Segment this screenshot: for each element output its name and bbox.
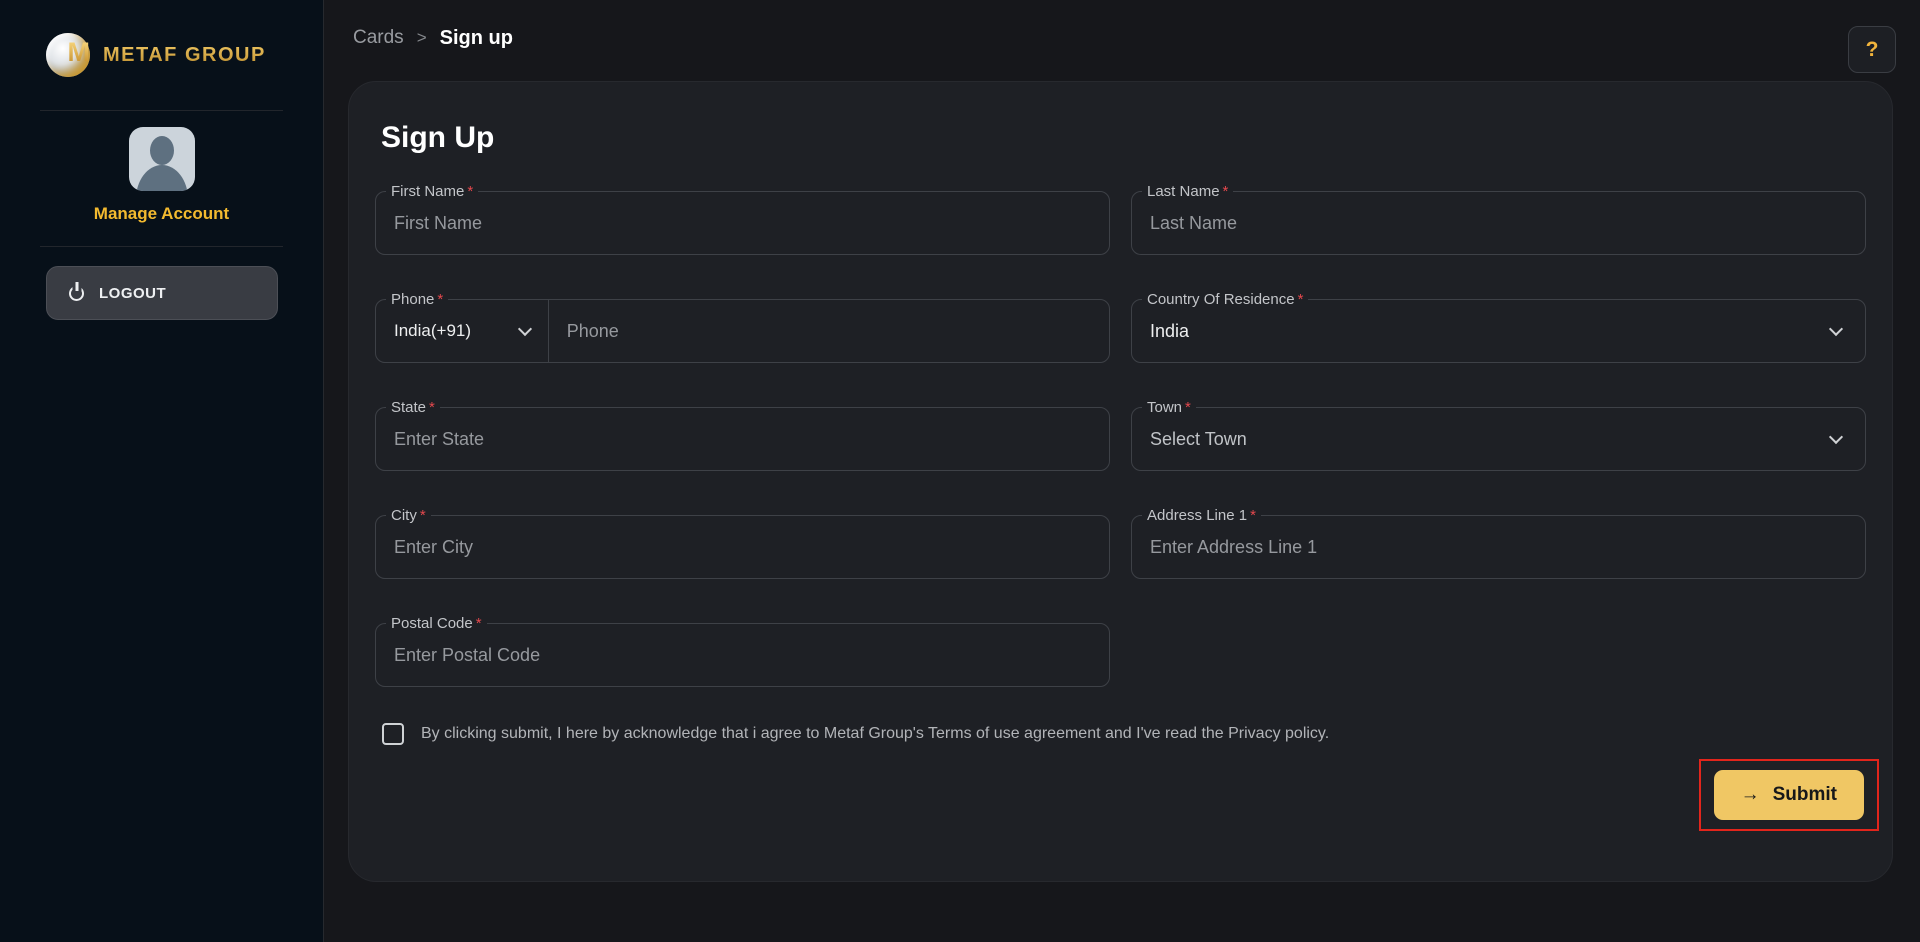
terms-text: By clicking submit, I here by acknowledg… xyxy=(421,725,1329,743)
required-marker: * xyxy=(467,183,473,200)
country-of-residence-label: Country Of Residence* xyxy=(1142,290,1308,310)
submit-highlight-box: → Submit xyxy=(1699,759,1879,831)
phone-label: Phone* xyxy=(386,290,448,310)
city-field: City* xyxy=(375,515,1110,579)
country-of-residence-field[interactable]: Country Of Residence* India xyxy=(1131,299,1866,363)
breadcrumb-sign-up: Sign up xyxy=(440,26,513,50)
required-marker: * xyxy=(1298,291,1304,308)
required-marker: * xyxy=(476,615,482,632)
terms-row: By clicking submit, I here by acknowledg… xyxy=(382,723,1866,745)
breadcrumb: Cards > Sign up xyxy=(324,0,1920,50)
postal-code-field: Postal Code* xyxy=(375,623,1110,687)
form-grid: First Name* Last Name* Phone* India(+91) xyxy=(375,191,1866,687)
first-name-field: First Name* xyxy=(375,191,1110,255)
town-label: Town* xyxy=(1142,398,1196,418)
chevron-down-icon xyxy=(518,321,532,335)
chevron-down-icon xyxy=(1829,429,1843,443)
required-marker: * xyxy=(429,399,435,416)
address-line-1-field: Address Line 1* xyxy=(1131,515,1866,579)
user-avatar-icon[interactable] xyxy=(129,127,195,191)
required-marker: * xyxy=(1250,507,1256,524)
empty-cell xyxy=(1131,623,1866,687)
country-of-residence-value: India xyxy=(1132,321,1819,342)
submit-row: → Submit xyxy=(375,759,1879,831)
last-name-label: Last Name* xyxy=(1142,182,1233,202)
power-icon xyxy=(69,286,84,301)
help-button[interactable]: ? xyxy=(1848,26,1896,73)
state-field: State* xyxy=(375,407,1110,471)
page-title: Sign Up xyxy=(381,121,1866,155)
required-marker: * xyxy=(437,291,443,308)
town-field[interactable]: Town* Select Town xyxy=(1131,407,1866,471)
postal-code-label: Postal Code* xyxy=(386,614,487,634)
last-name-field: Last Name* xyxy=(1131,191,1866,255)
required-marker: * xyxy=(1223,183,1229,200)
city-label: City* xyxy=(386,506,431,526)
logout-button[interactable]: LOGOUT xyxy=(46,266,278,320)
first-name-label: First Name* xyxy=(386,182,478,202)
manage-account-link[interactable]: Manage Account xyxy=(94,204,229,224)
state-label: State* xyxy=(386,398,440,418)
first-name-input[interactable] xyxy=(376,192,1109,254)
sidebar: M METAF GROUP Manage Account LOGOUT xyxy=(0,0,324,942)
metaf-logo-icon: M xyxy=(46,33,90,77)
phone-field: Phone* India(+91) xyxy=(375,299,1110,363)
submit-button[interactable]: → Submit xyxy=(1714,770,1864,820)
breadcrumb-cards[interactable]: Cards xyxy=(353,26,404,50)
breadcrumb-separator: > xyxy=(417,26,427,50)
terms-checkbox[interactable] xyxy=(382,723,404,745)
logout-label: LOGOUT xyxy=(99,285,166,302)
brand-name: METAF GROUP xyxy=(103,44,266,67)
logo-letter: M xyxy=(68,39,91,66)
main-content: Cards > Sign up ? Sign Up First Name* La… xyxy=(324,0,1920,942)
sign-up-card: Sign Up First Name* Last Name* Phone* xyxy=(348,81,1893,882)
phone-input[interactable] xyxy=(549,300,1109,362)
town-value: Select Town xyxy=(1132,429,1819,450)
last-name-input[interactable] xyxy=(1132,192,1865,254)
address-line-1-label: Address Line 1* xyxy=(1142,506,1261,526)
submit-label: Submit xyxy=(1773,784,1837,806)
state-input[interactable] xyxy=(376,408,1109,470)
chevron-down-icon xyxy=(1829,321,1843,335)
brand-header: M METAF GROUP xyxy=(0,0,323,110)
required-marker: * xyxy=(420,507,426,524)
phone-country-code-value: India(+91) xyxy=(376,321,508,341)
sidebar-divider xyxy=(40,246,283,247)
required-marker: * xyxy=(1185,399,1191,416)
account-block: Manage Account xyxy=(0,111,323,246)
arrow-right-icon: → xyxy=(1741,784,1760,806)
city-input[interactable] xyxy=(376,516,1109,578)
